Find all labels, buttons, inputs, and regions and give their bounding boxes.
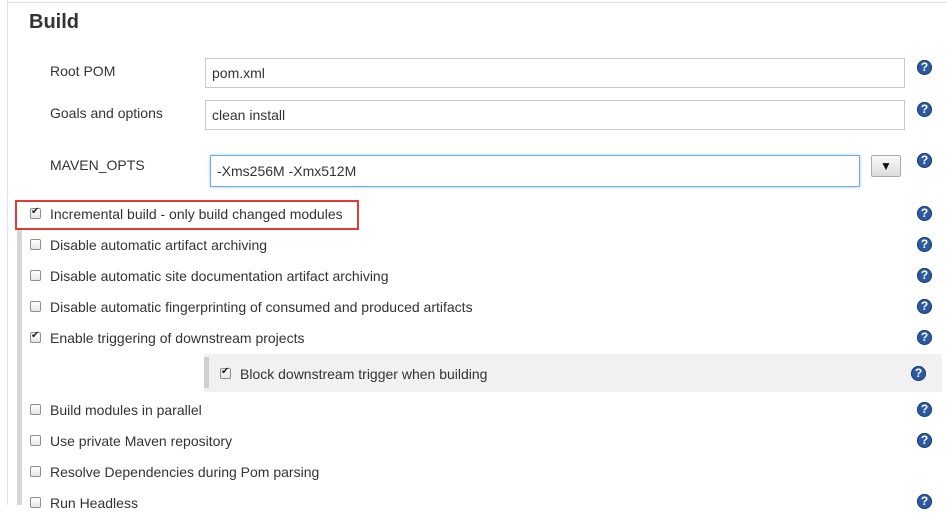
- option-label: Disable automatic artifact archiving: [50, 237, 268, 253]
- goals-input[interactable]: [205, 100, 905, 130]
- run-headless-help-icon[interactable]: ?: [917, 494, 932, 509]
- goals-label: Goals and options: [50, 105, 163, 121]
- maven-opts-input[interactable]: [210, 155, 860, 187]
- checkbox-disable-site-archiving[interactable]: [30, 270, 41, 281]
- checkbox-incremental-build[interactable]: [30, 206, 41, 219]
- downstream-triggering-help-icon[interactable]: ?: [917, 330, 932, 345]
- option-label: Disable automatic site documentation art…: [50, 268, 389, 284]
- maven-opts-label: MAVEN_OPTS: [50, 157, 145, 173]
- checkbox-disable-artifact-archiving[interactable]: [30, 239, 41, 250]
- maven-opts-help-icon[interactable]: ?: [917, 153, 932, 168]
- checkbox-resolve-dependencies[interactable]: [30, 466, 41, 477]
- root-pom-label: Root POM: [50, 63, 116, 79]
- section-frame-top: [7, 2, 947, 3]
- option-label: Resolve Dependencies during Pom parsing: [50, 464, 320, 480]
- option-label: Build modules in parallel: [50, 402, 202, 418]
- goals-help-icon[interactable]: ?: [917, 102, 932, 117]
- checkbox-build-modules-parallel[interactable]: [30, 404, 41, 415]
- root-pom-help-icon[interactable]: ?: [917, 60, 932, 75]
- option-label: Enable triggering of downstream projects: [50, 330, 305, 346]
- section-title: Build: [29, 11, 79, 33]
- incremental-build-help-icon[interactable]: ?: [917, 206, 932, 221]
- option-label: Run Headless: [50, 495, 138, 511]
- checkbox-run-headless[interactable]: [30, 497, 41, 508]
- maven-opts-expand-button[interactable]: ▼: [871, 155, 901, 177]
- downstream-subpanel-bar: [204, 357, 209, 388]
- checkbox-disable-fingerprinting[interactable]: [30, 301, 41, 312]
- option-label: Incremental build - only build changed m…: [50, 206, 343, 222]
- fingerprinting-help-icon[interactable]: ?: [917, 299, 932, 314]
- checkbox-private-maven-repository[interactable]: [30, 435, 41, 446]
- option-label: Disable automatic fingerprinting of cons…: [50, 299, 473, 315]
- checkbox-block-downstream-trigger[interactable]: [220, 366, 231, 379]
- checkbox-enable-downstream-triggering[interactable]: [30, 330, 41, 343]
- root-pom-input[interactable]: [205, 58, 905, 88]
- parallel-help-icon[interactable]: ?: [917, 402, 932, 417]
- site-archiving-help-icon[interactable]: ?: [917, 268, 932, 283]
- artifact-archiving-help-icon[interactable]: ?: [917, 237, 932, 252]
- option-label: Block downstream trigger when building: [240, 366, 488, 382]
- private-repo-help-icon[interactable]: ?: [917, 433, 932, 448]
- block-downstream-help-icon[interactable]: ?: [911, 366, 926, 381]
- options-gutter: [17, 229, 22, 505]
- option-label: Use private Maven repository: [50, 433, 233, 449]
- section-frame-left: [7, 0, 8, 505]
